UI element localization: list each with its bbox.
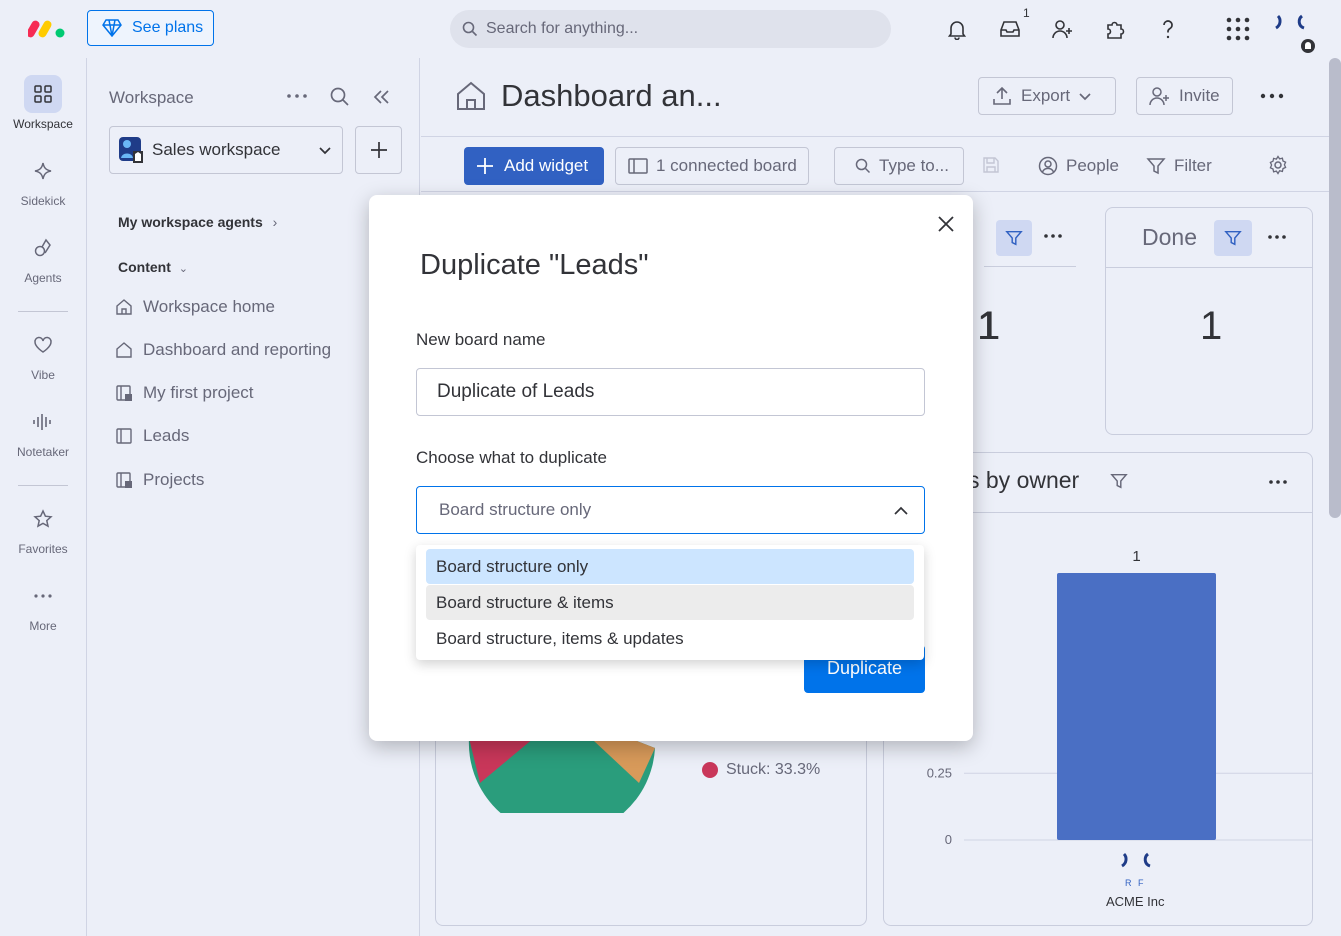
option-label: Board structure only <box>436 556 589 576</box>
chevron-up-icon <box>894 506 908 515</box>
board-name-label: New board name <box>416 330 546 349</box>
option-label: Board structure, items & updates <box>436 628 684 648</box>
option-label: Board structure & items <box>436 592 614 612</box>
duplicate-board-dialog: Duplicate "Leads" New board name Choose … <box>369 195 973 741</box>
duplicate-options-menu: Board structure only Board structure & i… <box>416 545 924 660</box>
selected-option-value: Board structure only <box>439 500 592 519</box>
close-dialog-button[interactable] <box>933 211 959 237</box>
duplicate-button-label: Duplicate <box>826 658 903 678</box>
close-icon <box>938 216 954 232</box>
option-board-structure-only[interactable]: Board structure only <box>426 549 914 584</box>
duplicate-option-label: Choose what to duplicate <box>416 448 607 467</box>
dialog-title: Duplicate "Leads" <box>420 249 649 281</box>
board-name-input[interactable] <box>416 368 925 416</box>
duplicate-option-select[interactable]: Board structure only <box>416 486 925 534</box>
option-board-structure-items[interactable]: Board structure & items <box>426 585 914 620</box>
option-board-structure-items-updates[interactable]: Board structure, items & updates <box>426 621 914 656</box>
